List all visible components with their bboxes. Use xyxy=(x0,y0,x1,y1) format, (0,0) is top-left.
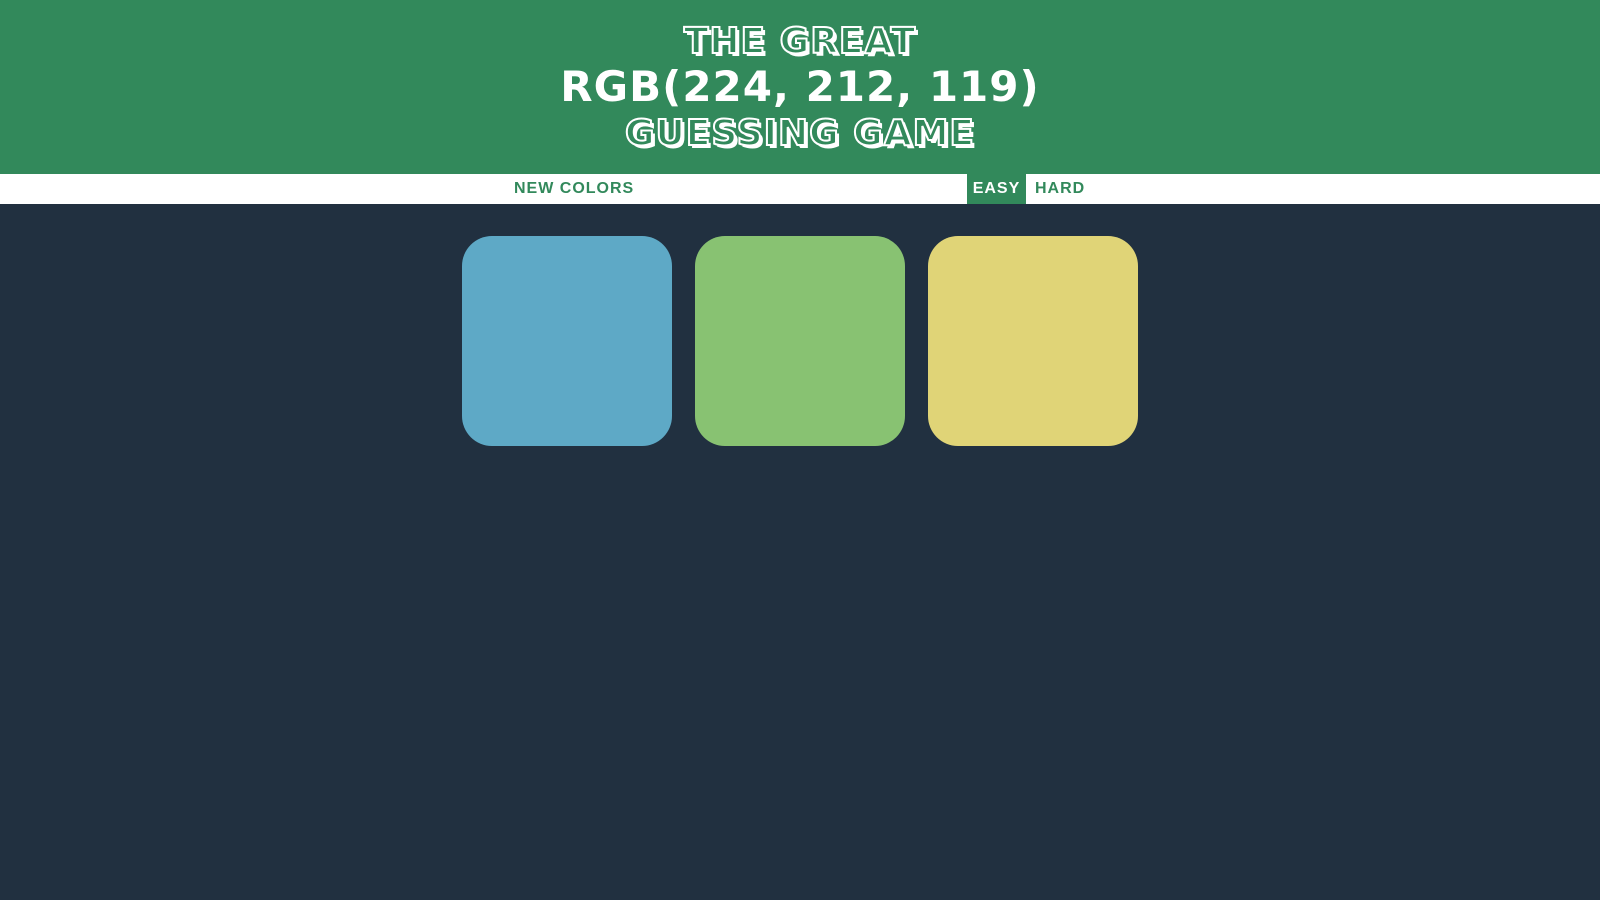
control-stripe: NEW COLORS EASY HARD xyxy=(0,174,1600,204)
easy-mode-button[interactable]: EASY xyxy=(967,174,1026,204)
color-square[interactable] xyxy=(928,236,1138,446)
title-line-guessing-game: Guessing Game xyxy=(624,112,976,155)
color-square[interactable] xyxy=(462,236,672,446)
target-rgb-display: RGB(224, 212, 119) xyxy=(560,62,1040,111)
color-board xyxy=(0,204,1600,900)
game-header: The Great RGB(224, 212, 119) Guessing Ga… xyxy=(0,0,1600,174)
new-colors-button[interactable]: NEW COLORS xyxy=(508,174,641,204)
hard-mode-button[interactable]: HARD xyxy=(1029,174,1092,204)
color-square[interactable] xyxy=(695,236,905,446)
title-line-the-great: The Great xyxy=(683,20,917,63)
